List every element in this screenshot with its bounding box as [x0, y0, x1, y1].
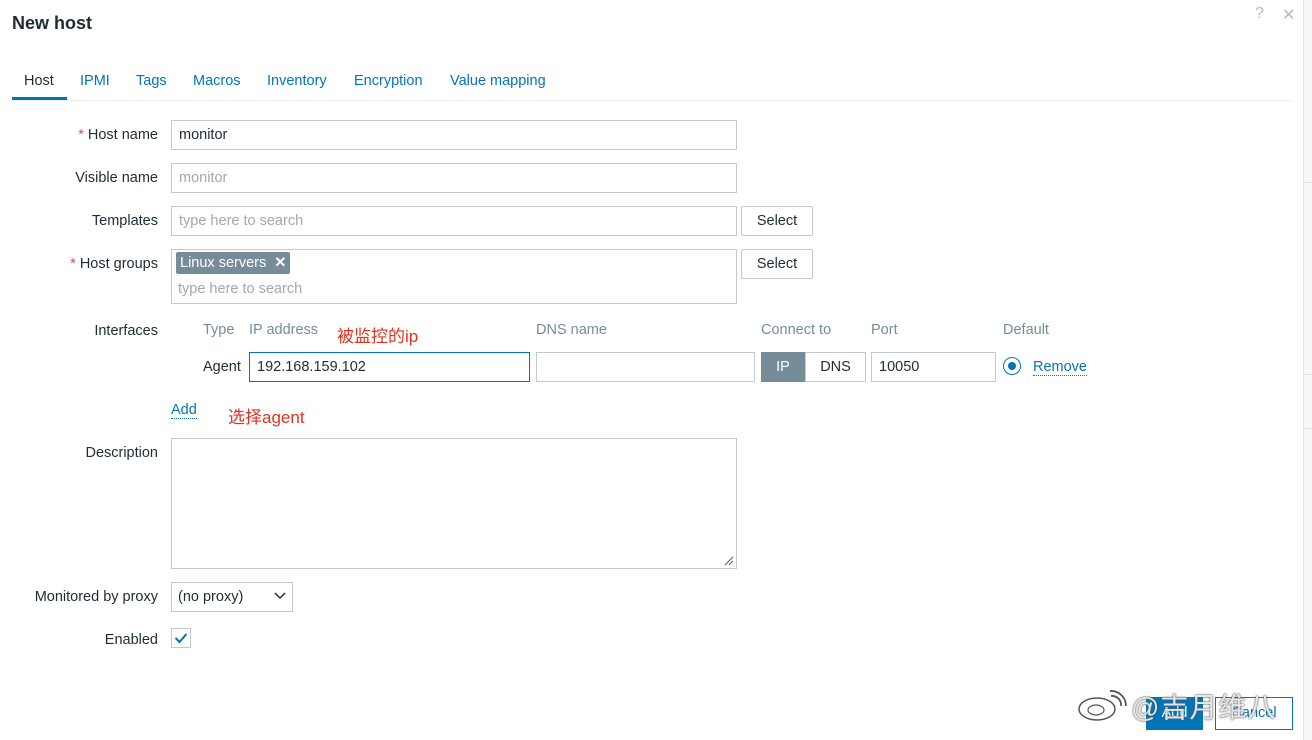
tab-tags[interactable]: Tags	[136, 73, 167, 89]
watermark: @吉月维八	[1077, 686, 1276, 726]
tab-inventory[interactable]: Inventory	[267, 73, 327, 89]
weibo-logo-icon	[1078, 690, 1127, 721]
help-icon[interactable]: ?	[1255, 5, 1264, 23]
enabled-label: Enabled	[104, 632, 158, 648]
proxy-select-value: (no proxy)	[178, 589, 244, 605]
host-name-input[interactable]: monitor	[171, 120, 737, 150]
interface-port-input[interactable]: 10050	[871, 352, 996, 382]
interface-dns-input[interactable]	[536, 352, 755, 382]
chip-remove-icon[interactable]: ✕	[274, 255, 286, 271]
host-group-chip: Linux servers ✕	[176, 252, 291, 274]
col-type: Type	[203, 322, 235, 338]
tab-value-mapping[interactable]: Value mapping	[450, 73, 546, 89]
col-ip-address: IP address	[249, 322, 319, 338]
required-mark: *	[70, 256, 76, 272]
radio-selected-dot	[1008, 362, 1016, 370]
interfaces-label: Interfaces	[94, 323, 158, 339]
col-port: Port	[871, 322, 898, 338]
checkmark-icon	[174, 633, 188, 644]
required-mark: *	[78, 127, 84, 143]
templates-search-input[interactable]: type here to search	[171, 206, 737, 236]
close-icon[interactable]: ✕	[1282, 5, 1295, 25]
proxy-label: Monitored by proxy	[34, 589, 158, 605]
chevron-down-icon	[274, 592, 286, 600]
tab-encryption[interactable]: Encryption	[354, 73, 423, 89]
active-tab-indicator	[12, 97, 67, 100]
host-groups-select-button[interactable]: Select	[741, 249, 813, 279]
watermark-text: @吉月维八	[1131, 692, 1277, 723]
add-interface-link[interactable]: Add	[171, 402, 197, 419]
tab-macros[interactable]: Macros	[193, 73, 241, 89]
remove-interface-link[interactable]: Remove	[1033, 359, 1087, 376]
host-groups-search-input[interactable]: type here to search	[178, 281, 302, 297]
visible-name-input[interactable]: monitor	[171, 163, 737, 193]
agent-annotation: 选择agent	[228, 408, 305, 427]
connect-dns-button[interactable]: DNS	[805, 352, 866, 382]
interface-ip-input[interactable]: 192.168.159.102	[249, 352, 530, 382]
dialog-title: New host	[12, 13, 93, 33]
description-textarea[interactable]	[171, 438, 737, 569]
chip-label: Linux servers	[180, 255, 267, 271]
connect-ip-button[interactable]: IP	[761, 352, 805, 382]
templates-label: Templates	[91, 213, 158, 229]
ip-annotation: 被监控的ip	[337, 327, 419, 346]
col-connect-to: Connect to	[761, 322, 832, 338]
templates-select-button[interactable]: Select	[741, 206, 813, 236]
background-scrollbar	[1303, 0, 1312, 740]
tab-ipmi[interactable]: IPMI	[80, 73, 110, 89]
description-label: Description	[85, 445, 158, 461]
interface-type: Agent	[203, 359, 241, 375]
resize-handle-icon[interactable]	[724, 556, 734, 566]
col-default: Default	[1003, 322, 1049, 338]
default-interface-radio[interactable]	[1003, 357, 1021, 375]
host-name-label: * Host name	[78, 127, 158, 143]
tab-bar: Host IPMI Tags Macros Inventory Encrypti…	[12, 70, 1292, 101]
col-dns-name: DNS name	[536, 322, 607, 338]
proxy-select[interactable]: (no proxy)	[171, 582, 293, 612]
enabled-checkbox[interactable]	[171, 628, 191, 648]
tab-host[interactable]: Host	[24, 73, 54, 89]
host-groups-label: * Host groups	[70, 256, 158, 272]
visible-name-label: Visible name	[75, 170, 158, 186]
